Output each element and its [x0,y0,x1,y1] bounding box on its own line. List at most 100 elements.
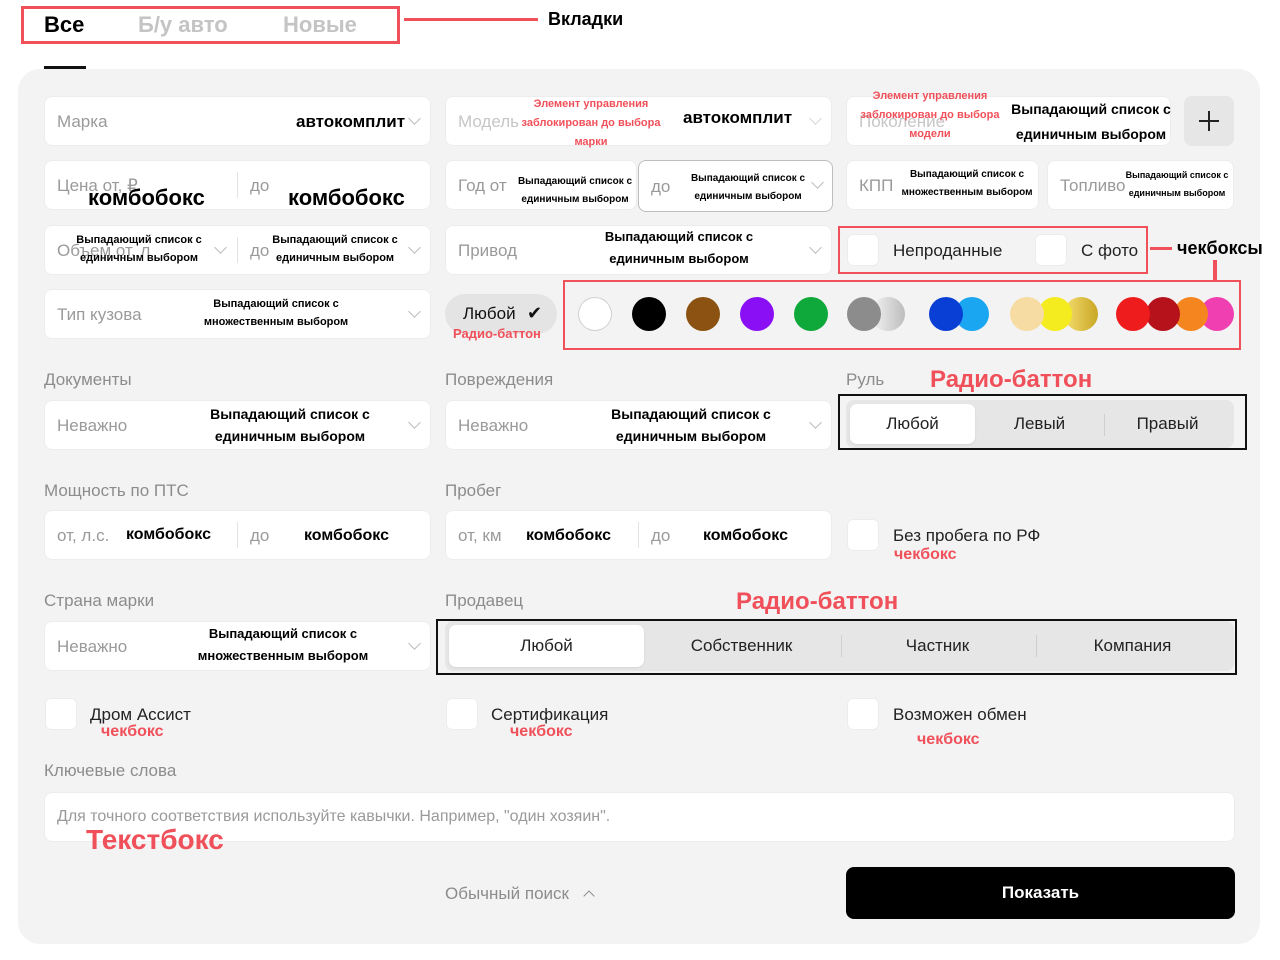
color-red-maroon-orange-pink-swatch[interactable] [1116,297,1234,331]
exchange-checkbox[interactable] [847,698,879,730]
mileage-label: Пробег [445,481,502,500]
country-annotation: Выпадающий список с множественным выборо… [197,626,369,663]
chevron-down-icon [408,305,421,318]
year-from-placeholder: Год от [458,176,507,195]
fuel-annotation: Выпадающий список с единичным выбором [1125,170,1229,198]
unsold-checkbox[interactable] [847,234,879,266]
power-to-placeholder[interactable]: до [250,526,269,546]
color-green-swatch[interactable] [794,297,828,331]
color-purple-swatch[interactable] [740,297,774,331]
volume-range: Объем от, л Выпадающий список с единичны… [44,225,431,275]
body-type-annotation: Выпадающий список с множественным выборо… [203,298,349,328]
wheel-annotation: Радио-баттон [930,366,1093,393]
body-type-select[interactable]: Тип кузова Выпадающий список с множестве… [44,289,431,339]
color-any-label: Любой [463,304,516,323]
documents-annotation: Выпадающий список с единичным выбором [210,406,370,444]
drom-assist-annotation: чекбокс [101,723,164,740]
exchange-label: Возможен обмен [893,705,1027,724]
wheel-option-left[interactable]: Левый [977,414,1102,434]
wheel-label: Руль [846,370,885,389]
certification-label: Сертификация [491,705,609,724]
add-filter-button[interactable] [1184,96,1234,146]
year-from-select[interactable]: Год от Выпадающий список с единичным выб… [445,160,637,210]
price-to-annotation: комбобокс [288,185,405,210]
gearbox-annotation: Выпадающий список с множественным выборо… [901,169,1033,198]
mileage-from-placeholder[interactable]: от, км [458,526,502,546]
plus-icon-vertical [1208,111,1210,131]
keywords-label: Ключевые слова [44,761,177,780]
mileage-range: от, км комбобокс до комбобокс [445,510,832,560]
tab-all[interactable]: Все [44,11,84,39]
country-label: Страна марки [44,591,155,610]
model-placeholder: Модель [458,112,520,131]
wheel-option-any[interactable]: Любой [850,414,975,434]
mileage-to-placeholder[interactable]: до [651,526,670,546]
gearbox-select[interactable]: КПП Выпадающий список с множественным вы… [846,160,1039,210]
model-select[interactable]: Модель Элемент управления заблокирован д… [445,96,832,148]
model-lock-annotation: Элемент управления заблокирован до выбор… [521,98,661,148]
body-type-placeholder: Тип кузова [57,305,142,324]
color-silver-gray-swatch[interactable] [847,297,909,331]
range-divider [638,522,639,548]
gray-dot [847,297,881,331]
drom-assist-label: Дром Ассист [90,705,191,724]
price-to-placeholder[interactable]: до [250,176,269,196]
color-white-swatch[interactable] [578,297,612,331]
wheel-option-right[interactable]: Правый [1105,414,1230,434]
tab-used-cars[interactable]: Б/у авто [138,11,228,39]
power-to-annotation: комбобокс [304,527,389,544]
country-select[interactable]: Неважно Выпадающий список с множественны… [44,621,431,671]
seller-option-company[interactable]: Компания [1035,636,1230,656]
year-to-placeholder: до [651,177,671,196]
power-from-placeholder[interactable]: от, л.с. [57,526,109,546]
certification-annotation: чекбокс [510,723,573,740]
color-any-annotation: Радио-баттон [453,326,541,341]
color-beige-yellow-gold-swatch[interactable] [1010,297,1100,331]
drive-annotation: Выпадающий список с единичным выбором [604,229,754,266]
drom-assist-checkbox[interactable] [45,698,77,730]
country-placeholder: Неважно [57,637,128,656]
chevron-down-icon [214,241,227,254]
brand-select[interactable]: Марка автокомплит [44,96,431,146]
seller-option-private[interactable]: Частник [840,636,1035,656]
show-results-button[interactable]: Показать [846,867,1235,919]
range-divider [237,172,238,198]
seller-option-owner[interactable]: Собственник [644,636,839,656]
tabs-callout-line [404,18,538,21]
exchange-annotation: чекбокс [917,731,980,748]
certification-checkbox[interactable] [446,698,478,730]
no-ru-mileage-label: Без пробега по РФ [893,526,1041,545]
with-photo-checkbox[interactable] [1035,234,1067,266]
documents-select[interactable]: Неважно Выпадающий список с единичным вы… [44,400,431,450]
price-from-annotation: комбобокс [88,185,205,210]
fuel-placeholder: Топливо [1060,176,1126,195]
drive-placeholder: Привод [458,241,518,260]
color-brown-swatch[interactable] [686,297,720,331]
color-blue-swatch[interactable] [929,297,991,331]
no-ru-mileage-checkbox[interactable] [847,519,879,551]
power-label: Мощность по ПТС [44,481,189,500]
damage-select[interactable]: Неважно Выпадающий список с единичным вы… [445,400,832,450]
no-ru-mileage-annotation: чекбокс [894,546,957,563]
damage-label: Повреждения [445,370,554,389]
year-from-annotation: Выпадающий список с единичным выбором [517,176,633,205]
seller-option-any[interactable]: Любой [449,636,644,656]
beige-dot [1010,297,1044,331]
documents-placeholder: Неважно [57,416,128,435]
tab-new-cars[interactable]: Новые [283,11,357,39]
year-to-annotation: Выпадающий список с единичным выбором [690,173,806,202]
chevron-down-icon [408,241,421,254]
generation-annotation: Выпадающий список с единичным выбором [1011,101,1171,142]
drive-select[interactable]: Привод Выпадающий список с единичным выб… [445,225,832,275]
chevron-down-icon [408,112,421,125]
simple-search-link[interactable]: Обычный поиск [445,882,605,906]
chevron-down-icon [811,176,824,189]
year-to-select[interactable]: до Выпадающий список с единичным выбором [638,160,833,212]
fuel-select[interactable]: Топливо Выпадающий список с единичным вы… [1047,160,1234,210]
unsold-label: Непроданные [893,241,1003,260]
checkbox-callout: чекбоксы [1177,238,1263,258]
color-black-swatch[interactable] [632,297,666,331]
generation-select[interactable]: Поколение Элемент управления заблокирова… [846,90,1171,146]
volume-to-annotation: Выпадающий список с единичным выбором [272,234,398,264]
brand-placeholder: Марка [57,112,108,131]
